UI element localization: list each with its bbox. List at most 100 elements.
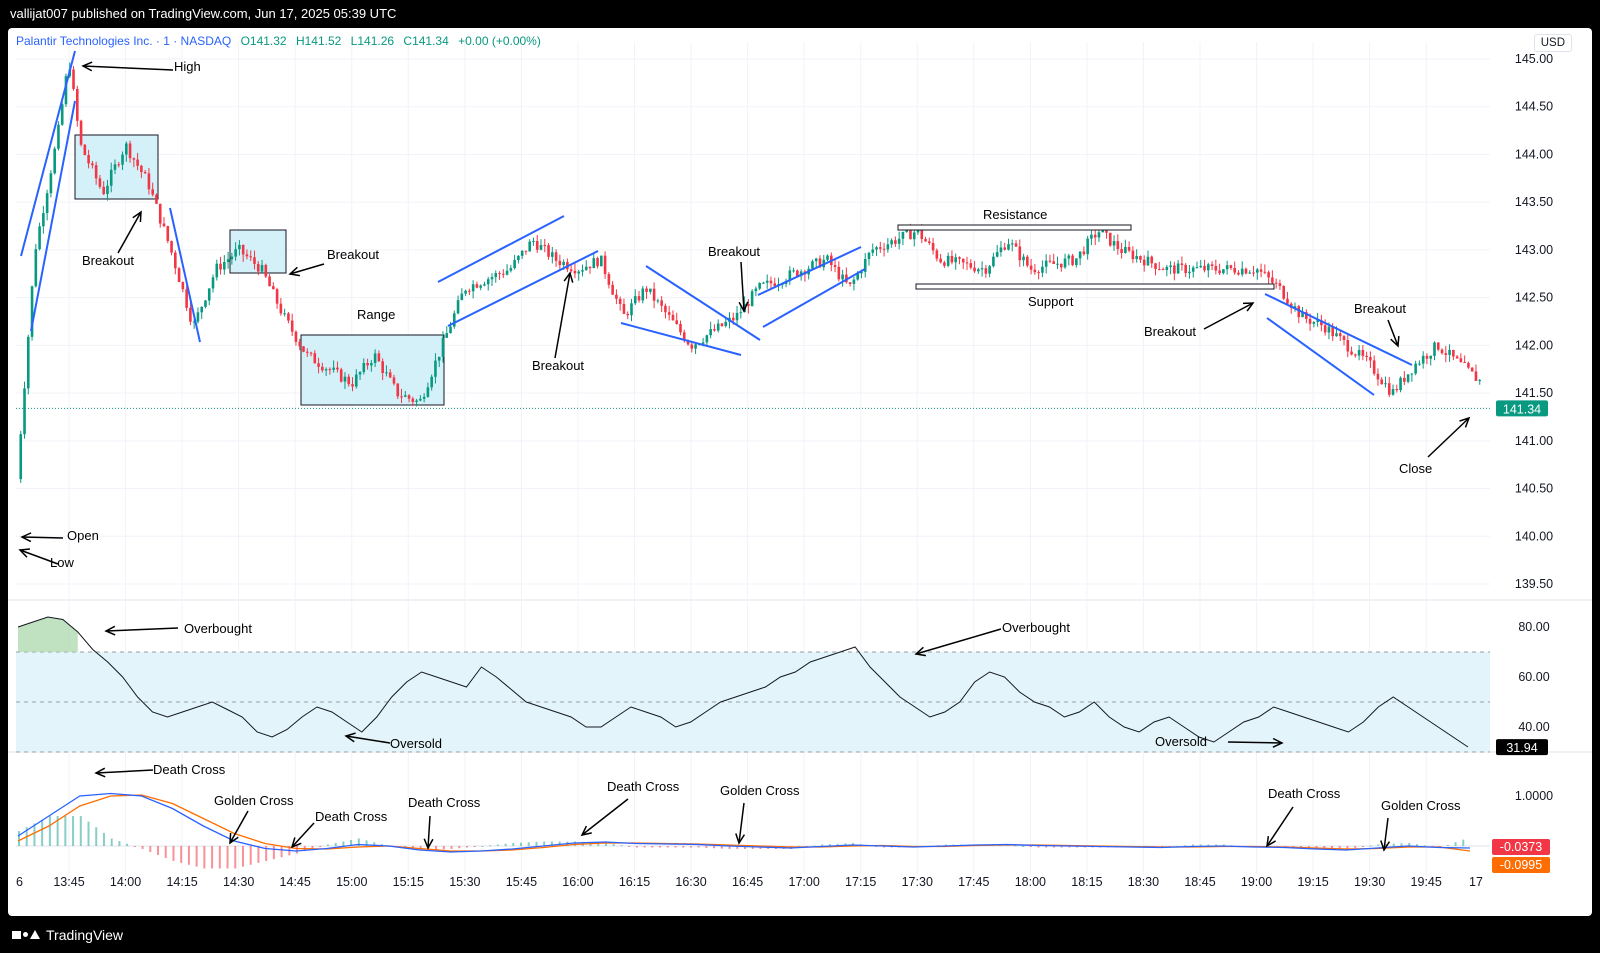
candle <box>132 158 136 160</box>
macd-bar <box>72 816 75 846</box>
candle <box>94 165 98 179</box>
candle <box>283 313 286 315</box>
candle <box>290 320 294 332</box>
candle <box>765 280 769 283</box>
ohlc-high: H141.52 <box>295 34 342 48</box>
candle <box>57 124 60 149</box>
macd-bar <box>118 841 121 846</box>
time-tick-label: 13:45 <box>53 875 84 889</box>
candle <box>513 260 516 269</box>
candle <box>596 258 599 267</box>
candle <box>223 262 226 270</box>
candle <box>166 226 170 242</box>
annotation-arrow <box>581 798 629 836</box>
candle <box>287 313 290 321</box>
candle <box>1056 263 1059 265</box>
candle <box>1048 260 1052 262</box>
macd-bar <box>18 831 20 846</box>
candle <box>1369 357 1372 361</box>
candle <box>871 249 875 253</box>
candle <box>1037 272 1040 274</box>
candle <box>1474 371 1478 381</box>
candle <box>558 260 562 266</box>
macd-bar <box>211 846 214 869</box>
candle <box>1041 266 1044 273</box>
candle <box>539 245 543 250</box>
candle <box>1436 342 1440 350</box>
macd-bar <box>1354 846 1357 848</box>
candle <box>739 312 743 314</box>
candle <box>151 189 154 195</box>
macd-bar <box>1361 846 1364 847</box>
annotation-arrow <box>117 211 142 254</box>
candle <box>1372 360 1376 374</box>
candle <box>498 273 501 275</box>
candle <box>396 383 400 397</box>
candle <box>1418 363 1421 365</box>
candle <box>694 344 697 349</box>
candle <box>1448 349 1451 355</box>
macd-bar <box>465 846 468 848</box>
macd-bar <box>172 846 175 861</box>
macd-bar <box>620 845 623 847</box>
candle <box>49 173 53 194</box>
candle <box>411 398 415 402</box>
candle <box>415 400 418 402</box>
price-tick-label: 140.50 <box>1515 482 1553 496</box>
candle <box>339 369 343 382</box>
candle <box>1214 265 1218 271</box>
candle <box>234 249 237 257</box>
annotation-label: Oversold <box>1155 734 1207 749</box>
candle <box>1403 377 1406 382</box>
candle <box>928 241 931 244</box>
candle <box>125 143 128 155</box>
candle <box>603 255 607 275</box>
macd-bar <box>689 846 692 848</box>
price-tick-label: 143.50 <box>1515 195 1553 209</box>
candle <box>852 279 856 284</box>
candle <box>143 171 147 174</box>
time-tick-label: 16:45 <box>732 875 763 889</box>
chart-header: Palantir Technologies Inc. · 1 · NASDAQ … <box>16 34 541 48</box>
candle <box>1429 355 1433 359</box>
currency-button[interactable]: USD <box>1533 34 1572 52</box>
macd-bar <box>489 845 492 847</box>
candle <box>456 300 460 314</box>
candle <box>633 296 637 304</box>
candle <box>1229 265 1233 268</box>
candle <box>174 252 177 269</box>
candle <box>1271 277 1274 283</box>
symbol-title[interactable]: Palantir Technologies Inc. · 1 · NASDAQ <box>16 34 231 48</box>
candle <box>91 163 94 166</box>
candle <box>1286 298 1289 304</box>
tradingview-logo-icon[interactable] <box>12 930 40 939</box>
candle <box>882 248 886 250</box>
candle <box>1071 255 1074 266</box>
candle <box>136 159 139 166</box>
candle <box>464 290 467 294</box>
candle <box>1346 340 1350 352</box>
candle <box>551 252 554 257</box>
candle <box>1467 362 1470 368</box>
trend-line <box>169 207 201 343</box>
last-price-label: 141.34 <box>1503 402 1541 416</box>
macd-bar <box>1415 844 1418 846</box>
candle <box>954 257 958 263</box>
candle <box>1342 336 1346 341</box>
annotation-arrow <box>82 65 174 71</box>
candle <box>1384 383 1387 385</box>
candle <box>879 247 882 249</box>
ohlc-close: C141.34 <box>403 34 449 48</box>
candle <box>1139 256 1142 260</box>
candle <box>1274 282 1278 284</box>
chart-canvas[interactable]: 6 13:45 14:00 14:15 14:30 14:45 15:00 15:15 15:3… <box>8 28 1592 916</box>
candle <box>886 244 890 250</box>
annotation-arrow <box>427 815 431 849</box>
candle <box>170 241 173 253</box>
macd-bar <box>520 842 523 846</box>
macd-bar <box>95 827 98 846</box>
candle <box>1142 259 1146 266</box>
candle <box>773 283 777 287</box>
footer-brand[interactable]: TradingView <box>46 927 123 943</box>
candle <box>1406 374 1410 382</box>
